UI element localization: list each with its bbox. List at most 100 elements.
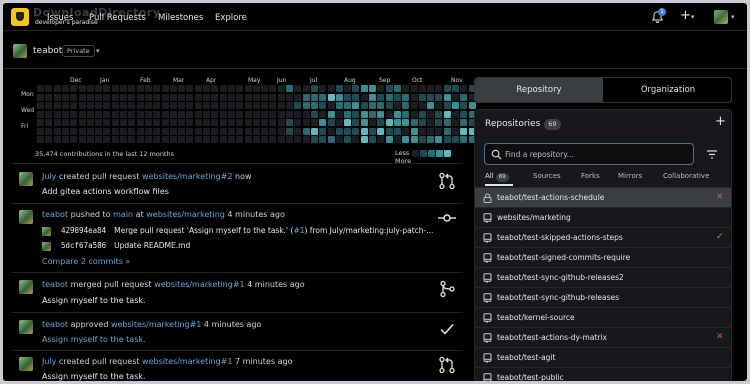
heatmap-cell[interactable]: [377, 127, 385, 135]
heatmap-cell[interactable]: [153, 85, 161, 92]
heatmap-cell[interactable]: [410, 85, 418, 92]
target-link[interactable]: websites/marketing: [146, 210, 225, 219]
heatmap-cell[interactable]: [111, 110, 119, 118]
heatmap-cell[interactable]: [360, 110, 368, 118]
filter-collaborative[interactable]: Collaborative: [663, 172, 709, 180]
heatmap-cell[interactable]: [410, 102, 418, 109]
heatmap-cell[interactable]: [360, 93, 368, 101]
chevron-down-icon[interactable]: ▾: [96, 47, 100, 55]
heatmap-cell[interactable]: [335, 110, 343, 118]
heatmap-cell[interactable]: [236, 102, 244, 109]
heatmap-cell[interactable]: [410, 127, 418, 135]
heatmap-cell[interactable]: [452, 85, 459, 92]
repository-item[interactable]: teabot/test-sync-github-releases: [475, 287, 731, 307]
heatmap-cell[interactable]: [37, 85, 44, 92]
heatmap-cell[interactable]: [169, 110, 177, 118]
heatmap-cell[interactable]: [169, 136, 177, 143]
heatmap-cell[interactable]: [211, 127, 219, 135]
heatmap-cell[interactable]: [335, 102, 343, 109]
heatmap-cell[interactable]: [153, 110, 161, 118]
heatmap-cell[interactable]: [53, 102, 61, 109]
heatmap-cell[interactable]: [178, 85, 186, 92]
heatmap-cell[interactable]: [61, 110, 69, 118]
heatmap-cell[interactable]: [269, 136, 277, 143]
heatmap-cell[interactable]: [111, 102, 119, 109]
heatmap-cell[interactable]: [95, 85, 103, 92]
heatmap-cell[interactable]: [393, 93, 401, 101]
heatmap-cell[interactable]: [86, 102, 94, 109]
heatmap-cell[interactable]: [111, 85, 119, 92]
heatmap-cell[interactable]: [252, 85, 260, 92]
heatmap-cell[interactable]: [410, 119, 418, 126]
heatmap-cell[interactable]: [310, 110, 318, 118]
heatmap-cell[interactable]: [327, 85, 335, 92]
heatmap-cell[interactable]: [45, 102, 53, 109]
heatmap-cell[interactable]: [136, 102, 144, 109]
heatmap-cell[interactable]: [169, 127, 177, 135]
heatmap-cell[interactable]: [393, 119, 401, 126]
heatmap-cell[interactable]: [427, 119, 435, 126]
heatmap-cell[interactable]: [144, 102, 152, 109]
heatmap-cell[interactable]: [53, 136, 61, 143]
heatmap-cell[interactable]: [194, 93, 202, 101]
heatmap-cell[interactable]: [95, 136, 103, 143]
heatmap-cell[interactable]: [277, 85, 285, 92]
avatar[interactable]: [19, 320, 33, 334]
heatmap-cell[interactable]: [37, 136, 44, 143]
heatmap-cell[interactable]: [377, 119, 385, 126]
heatmap-cell[interactable]: [319, 85, 327, 92]
heatmap-cell[interactable]: [128, 136, 136, 143]
heatmap-cell[interactable]: [144, 85, 152, 92]
heatmap-cell[interactable]: [203, 102, 210, 109]
heatmap-cell[interactable]: [327, 119, 335, 126]
heatmap-cell[interactable]: [227, 127, 235, 135]
heatmap-cell[interactable]: [344, 110, 352, 118]
heatmap-cell[interactable]: [418, 110, 426, 118]
heatmap-cell[interactable]: [460, 136, 468, 143]
heatmap-cell[interactable]: [186, 102, 194, 109]
heatmap-cell[interactable]: [178, 127, 186, 135]
repository-item[interactable]: teabot/test-skipped-actions-steps ✓: [475, 227, 731, 247]
heatmap-cell[interactable]: [352, 85, 360, 92]
heatmap-cell[interactable]: [37, 119, 44, 126]
heatmap-cell[interactable]: [286, 119, 293, 126]
heatmap-cell[interactable]: [261, 119, 269, 126]
heatmap-cell[interactable]: [95, 119, 103, 126]
heatmap-cell[interactable]: [393, 85, 401, 92]
heatmap-cell[interactable]: [169, 119, 177, 126]
success-check-icon[interactable]: ✓: [716, 232, 724, 242]
heatmap-cell[interactable]: [261, 127, 269, 135]
heatmap-cell[interactable]: [53, 93, 61, 101]
actor-link[interactable]: July: [42, 172, 56, 181]
heatmap-cell[interactable]: [302, 110, 310, 118]
heatmap-cell[interactable]: [227, 110, 235, 118]
heatmap-cell[interactable]: [136, 119, 144, 126]
user-avatar[interactable]: [714, 10, 728, 24]
heatmap-cell[interactable]: [460, 127, 468, 135]
heatmap-cell[interactable]: [261, 102, 269, 109]
heatmap-cell[interactable]: [178, 119, 186, 126]
heatmap-cell[interactable]: [360, 119, 368, 126]
heatmap-cell[interactable]: [103, 119, 111, 126]
heatmap-cell[interactable]: [244, 110, 252, 118]
context-avatar[interactable]: [13, 44, 27, 58]
heatmap-cell[interactable]: [178, 136, 186, 143]
heatmap-cell[interactable]: [261, 136, 269, 143]
repository-item[interactable]: teabot/test-public: [475, 367, 731, 381]
heatmap-cell[interactable]: [410, 110, 418, 118]
heatmap-cell[interactable]: [261, 110, 269, 118]
heatmap-cell[interactable]: [236, 127, 244, 135]
heatmap-cell[interactable]: [302, 85, 310, 92]
heatmap-cell[interactable]: [327, 93, 335, 101]
heatmap-cell[interactable]: [128, 93, 136, 101]
filter-mirrors[interactable]: Mirrors: [618, 172, 642, 180]
failure-x-icon[interactable]: ✕: [716, 332, 724, 342]
heatmap-cell[interactable]: [86, 127, 94, 135]
heatmap-cell[interactable]: [286, 85, 293, 92]
heatmap-cell[interactable]: [319, 93, 327, 101]
heatmap-cell[interactable]: [45, 136, 53, 143]
heatmap-cell[interactable]: [153, 102, 161, 109]
heatmap-cell[interactable]: [310, 119, 318, 126]
heatmap-cell[interactable]: [186, 119, 194, 126]
heatmap-cell[interactable]: [186, 110, 194, 118]
